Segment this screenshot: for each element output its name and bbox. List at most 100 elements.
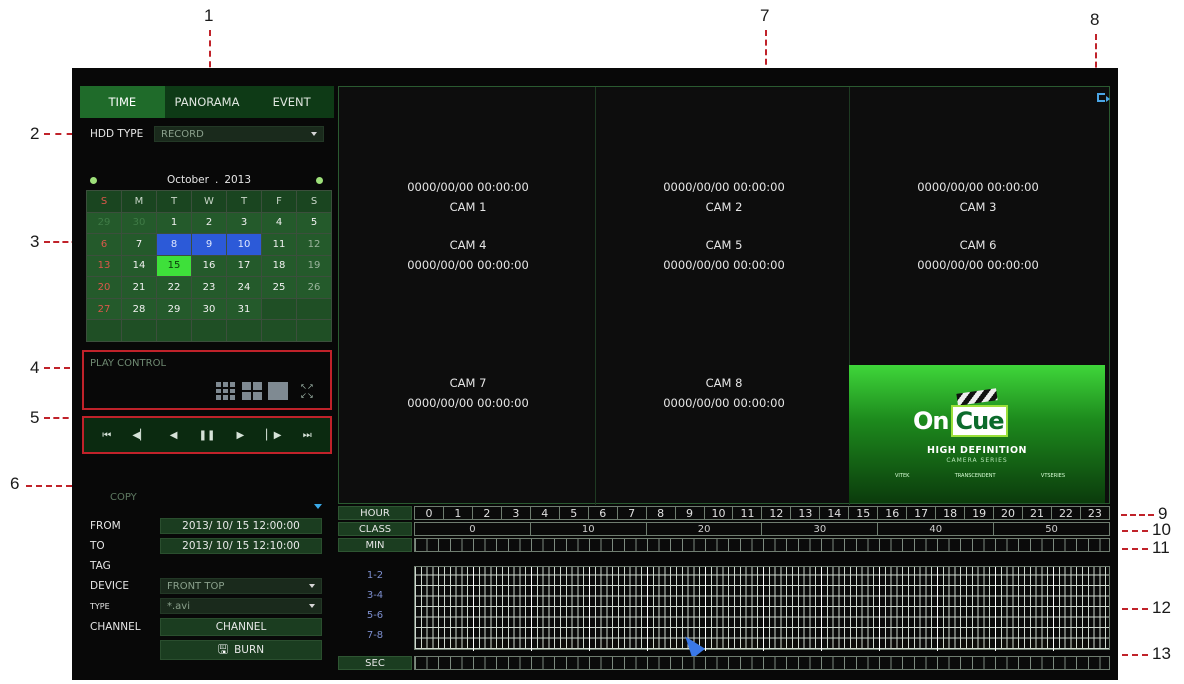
- calendar-day[interactable]: 28: [122, 298, 156, 320]
- tag-field[interactable]: [160, 558, 322, 574]
- calendar-day[interactable]: 8: [157, 234, 191, 255]
- hour-cell[interactable]: 13: [791, 506, 821, 520]
- exit-icon[interactable]: [1097, 93, 1110, 102]
- device-select[interactable]: FRONT TOP: [160, 578, 322, 594]
- calendar-day[interactable]: 17: [227, 255, 261, 277]
- calendar-day[interactable]: 6: [87, 234, 121, 255]
- hour-cell[interactable]: 23: [1080, 506, 1110, 520]
- hour-cell[interactable]: 2: [472, 506, 502, 520]
- hour-cell[interactable]: 5: [559, 506, 589, 520]
- hour-cell[interactable]: 14: [820, 506, 850, 520]
- to-datetime-field[interactable]: 2013/ 10/ 15 12:10:00: [160, 538, 322, 554]
- calendar-day[interactable]: 11: [262, 234, 296, 255]
- calendar-day[interactable]: 23: [192, 277, 226, 298]
- pause-icon[interactable]: ❚❚: [195, 424, 219, 446]
- calendar-day[interactable]: 26: [297, 277, 331, 298]
- calendar-day[interactable]: 18: [262, 255, 296, 277]
- type-select[interactable]: *.avi: [160, 598, 322, 614]
- calendar-day[interactable]: 22: [157, 277, 191, 298]
- next-month-icon[interactable]: [316, 177, 323, 184]
- calendar-day[interactable]: 5: [297, 212, 331, 234]
- camera-tile-5[interactable]: CAM 5 0000/00/00 00:00:00: [599, 235, 849, 275]
- hour-cell[interactable]: 15: [849, 506, 879, 520]
- hour-cell[interactable]: 1: [443, 506, 473, 520]
- class-cell[interactable]: 50: [994, 522, 1110, 536]
- calendar-day[interactable]: 21: [122, 277, 156, 298]
- calendar-day[interactable]: 4: [262, 212, 296, 234]
- calendar-day[interactable]: 15: [157, 255, 191, 277]
- calendar-day[interactable]: 9: [192, 234, 226, 255]
- calendar-day[interactable]: 20: [87, 277, 121, 298]
- class-cell[interactable]: 30: [762, 522, 879, 536]
- hour-cell[interactable]: 21: [1023, 506, 1052, 520]
- step-back-icon[interactable]: ◀▏: [128, 424, 152, 446]
- from-datetime-field[interactable]: 2013/ 10/ 15 12:00:00: [160, 518, 322, 534]
- hour-cell[interactable]: 19: [965, 506, 995, 520]
- class-cell[interactable]: 20: [646, 522, 763, 536]
- camera-tile-1[interactable]: 0000/00/00 00:00:00 CAM 1: [343, 177, 593, 217]
- hour-cell[interactable]: 17: [907, 506, 937, 520]
- tab-time[interactable]: TIME: [80, 86, 165, 118]
- split-4-icon[interactable]: [242, 382, 262, 400]
- calendar-year[interactable]: 2013: [224, 174, 251, 186]
- calendar-day[interactable]: 29: [87, 212, 121, 234]
- calendar-day[interactable]: 25: [262, 277, 296, 298]
- hour-cell[interactable]: 22: [1051, 506, 1081, 520]
- calendar-day[interactable]: 16: [192, 255, 226, 277]
- camera-tile-2[interactable]: 0000/00/00 00:00:00 CAM 2: [599, 177, 849, 217]
- camera-tile-4[interactable]: CAM 4 0000/00/00 00:00:00: [343, 235, 593, 275]
- burn-button[interactable]: 🖫 BURN: [160, 640, 322, 660]
- calendar-day[interactable]: 29: [157, 298, 191, 320]
- hdd-type-select[interactable]: RECORD: [154, 126, 324, 142]
- skip-back-icon[interactable]: ⏮: [95, 424, 119, 446]
- hour-cell[interactable]: 7: [617, 506, 647, 520]
- tab-event[interactable]: EVENT: [249, 86, 334, 118]
- camera-tile-8[interactable]: CAM 8 0000/00/00 00:00:00: [599, 373, 849, 413]
- class-cell[interactable]: 10: [530, 522, 647, 536]
- calendar-day[interactable]: 19: [297, 255, 331, 277]
- class-cell[interactable]: 40: [878, 522, 995, 536]
- calendar-day[interactable]: 14: [122, 255, 156, 277]
- hour-cell[interactable]: 11: [733, 506, 763, 520]
- calendar-day[interactable]: 31: [227, 298, 261, 320]
- calendar-month[interactable]: October: [167, 174, 209, 186]
- calendar-day[interactable]: 3: [227, 212, 261, 234]
- step-forward-icon[interactable]: ▏▶: [262, 424, 286, 446]
- hour-cell[interactable]: 10: [704, 506, 734, 520]
- hour-cell[interactable]: 16: [878, 506, 908, 520]
- calendar-day[interactable]: 2: [192, 212, 226, 234]
- play-icon[interactable]: ▶: [228, 424, 252, 446]
- recording-grid[interactable]: [414, 566, 1110, 651]
- camera-tile-6[interactable]: CAM 6 0000/00/00 00:00:00: [853, 235, 1103, 275]
- camera-tile-7[interactable]: CAM 7 0000/00/00 00:00:00: [343, 373, 593, 413]
- split-9-icon[interactable]: [216, 382, 236, 400]
- camera-tile-3[interactable]: 0000/00/00 00:00:00 CAM 3: [853, 177, 1103, 217]
- calendar-day[interactable]: 1: [157, 212, 191, 234]
- calendar-day[interactable]: 10: [227, 234, 261, 255]
- hour-cell[interactable]: 4: [530, 506, 560, 520]
- hour-cell[interactable]: 12: [762, 506, 792, 520]
- channel-button[interactable]: CHANNEL: [160, 618, 322, 636]
- hour-cell[interactable]: 20: [994, 506, 1024, 520]
- skip-forward-icon[interactable]: ⏭: [295, 424, 319, 446]
- calendar-day[interactable]: 30: [122, 212, 156, 234]
- hour-cell[interactable]: 9: [675, 506, 705, 520]
- minute-bar[interactable]: [414, 538, 1110, 552]
- hour-cell[interactable]: 6: [588, 506, 618, 520]
- class-cell[interactable]: 0: [414, 522, 531, 536]
- calendar-day[interactable]: 13: [87, 255, 121, 277]
- fullscreen-icon[interactable]: ↖↗ ↙↘: [298, 382, 316, 400]
- tab-panorama[interactable]: PANORAMA: [165, 86, 250, 118]
- calendar-day[interactable]: 12: [297, 234, 331, 255]
- hour-cell[interactable]: 8: [646, 506, 676, 520]
- hour-cell[interactable]: 18: [936, 506, 966, 520]
- copy-expand-icon[interactable]: [314, 504, 322, 509]
- calendar-day[interactable]: 27: [87, 298, 121, 320]
- hour-cell[interactable]: 3: [501, 506, 531, 520]
- calendar-day[interactable]: 30: [192, 298, 226, 320]
- calendar-day[interactable]: 7: [122, 234, 156, 255]
- hour-cell[interactable]: 0: [414, 506, 444, 520]
- play-back-icon[interactable]: ◀: [162, 424, 186, 446]
- split-1-icon[interactable]: [268, 382, 288, 400]
- calendar-day[interactable]: 24: [227, 277, 261, 298]
